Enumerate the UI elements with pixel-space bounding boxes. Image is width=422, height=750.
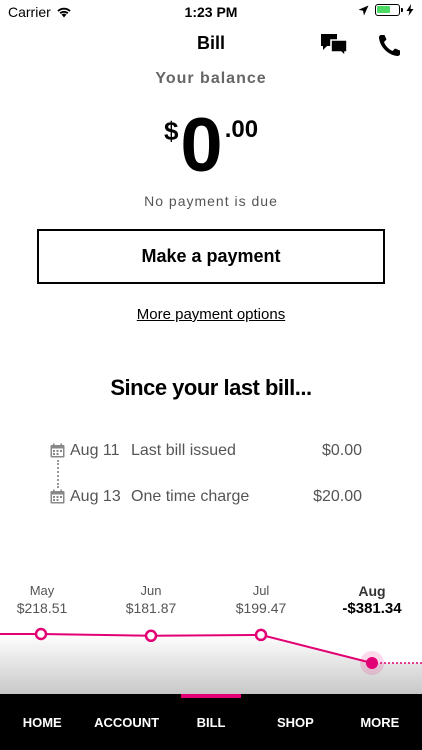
status-icons [358,4,414,16]
chart-value-label: $181.87 [125,600,177,616]
tab-shop[interactable]: SHOP [253,694,337,750]
currency-symbol: $ [163,116,179,146]
chat-icon[interactable] [320,32,348,58]
chart-month-label-current[interactable]: Aug [322,583,422,599]
tab-home[interactable]: HOME [0,694,84,750]
chart-point[interactable] [144,629,158,643]
make-payment-button[interactable]: Make a payment [37,229,385,284]
activity-description: One time charge [131,488,250,505]
chart-month-label: Jun [140,583,162,598]
tab-bill[interactable]: BILL [169,694,253,750]
balance-amount: $ 0 .00 [0,108,422,184]
phone-icon[interactable] [376,32,404,58]
chart-value-label: $199.47 [235,600,287,616]
activity-date: Aug 13 [70,488,121,505]
activity-row: Aug 13 One time charge $20.00 [50,486,370,510]
chart-point[interactable] [254,628,268,642]
payment-status: No payment is due [144,193,278,209]
calendar-icon [50,489,65,504]
chart-point[interactable] [34,627,48,641]
chart-value-label-current[interactable]: -$381.34 [322,600,422,617]
tab-more[interactable]: MORE [338,694,422,750]
chart-point-current[interactable] [366,657,378,669]
charging-bolt-icon [406,4,414,16]
calendar-icon [50,443,65,458]
balance-cents: .00 [224,116,259,143]
activity-description: Last bill issued [131,442,236,459]
balance-label: Your balance [155,70,267,87]
since-last-bill-heading: Since your last bill... [110,375,312,400]
balance-dollars: 0 [180,103,223,188]
location-arrow-icon [358,5,369,15]
activity-row: Aug 11 Last bill issued $0.00 [50,440,370,464]
activity-date: Aug 11 [70,442,120,459]
timeline-connector [57,460,59,488]
chart-month-label: Jul [252,583,270,598]
status-bar: Carrier 1:23 PM [0,0,422,24]
activity-amount: $0.00 [321,442,362,459]
activity-amount: $20.00 [313,488,362,505]
tab-bar: HOME ACCOUNT BILL SHOP MORE [0,694,422,750]
bill-history-chart[interactable]: May $218.51 Jun $181.87 Jul $199.47 Aug … [0,576,422,694]
chart-value-label: $218.51 [16,600,68,616]
page-title: Bill [196,33,225,53]
chart-plot [0,627,422,694]
chart-month-label: May [29,583,55,598]
chart-area-fill [0,634,422,694]
more-payment-options-link[interactable]: More payment options [0,306,422,323]
battery-icon [375,4,403,16]
tab-account[interactable]: ACCOUNT [84,694,168,750]
